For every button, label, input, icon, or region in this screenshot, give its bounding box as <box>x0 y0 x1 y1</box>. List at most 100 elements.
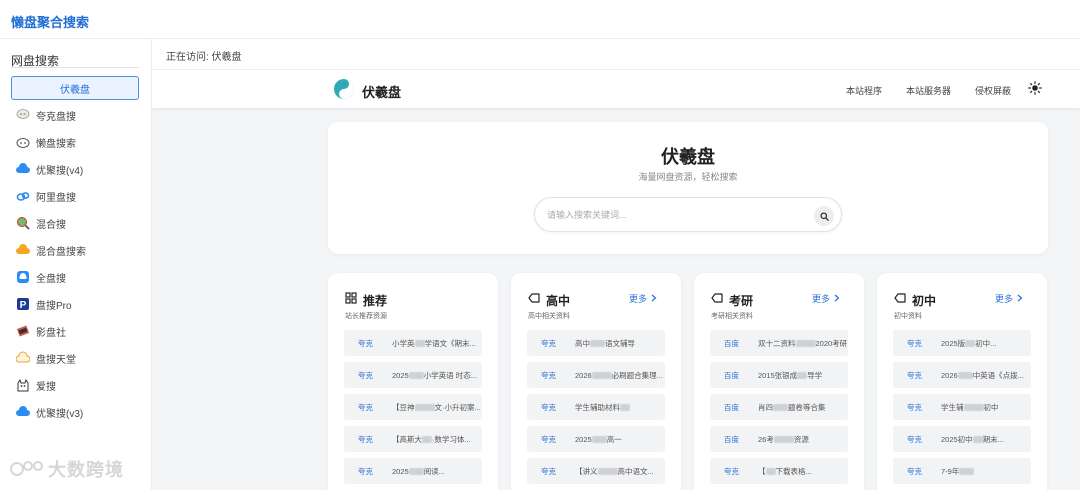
search-box <box>534 197 842 232</box>
redacted-text <box>597 467 618 475</box>
sidebar-item[interactable]: 伏羲盘 <box>11 76 139 100</box>
resource-title: 学生辅助材料 <box>575 402 630 413</box>
sidebar-item[interactable]: 懒盘搜索 <box>11 130 139 154</box>
blue-cloud-icon <box>16 162 30 176</box>
search-icon <box>819 211 829 221</box>
sidebar-item[interactable]: 爱搜 <box>11 373 139 397</box>
redacted-text <box>965 339 976 347</box>
sidebar-item-label: 盘搜Pro <box>36 300 72 312</box>
resource-row[interactable]: 夸克 2025初中 期末... <box>893 426 1031 452</box>
source-tag: 夸克 <box>907 466 922 476</box>
resource-title: 学生辅 初中 <box>941 402 999 413</box>
redacted-text <box>620 403 630 411</box>
card-header: 推荐 <box>345 291 387 309</box>
source-tag: 夸克 <box>358 434 373 444</box>
chevron-right-icon <box>651 294 657 304</box>
sidebar-item[interactable]: 优聚搜(v3) <box>11 400 139 424</box>
resource-row[interactable]: 夸克 【下载表格... <box>710 458 848 484</box>
redacted-text <box>963 403 984 411</box>
svg-text:P: P <box>20 300 27 311</box>
more-link[interactable]: 更多 <box>995 292 1023 305</box>
sidebar-divider <box>11 67 139 68</box>
resource-row[interactable]: 百度 26考 资源 <box>710 426 848 452</box>
redacted-text <box>972 435 983 443</box>
resource-row[interactable]: 夸克 【高斯大 ·数学习体... <box>344 426 482 452</box>
nav-link-program[interactable]: 本站程序 <box>846 84 882 97</box>
resource-row[interactable]: 夸克 7-9年 <box>893 458 1031 484</box>
source-tag: 百度 <box>724 402 739 412</box>
magnifier-globe-icon <box>16 216 30 230</box>
tag-icon <box>528 291 540 309</box>
app-title[interactable]: 懒盘聚合搜索 <box>11 12 89 31</box>
resource-title-end: 学语文《期末... <box>424 338 476 348</box>
resource-row[interactable]: 夸克 高中 语文辅导 <box>527 330 665 356</box>
resource-title-end: 期末... <box>982 434 1004 444</box>
resource-row[interactable]: 夸克 2025 阅读... <box>344 458 482 484</box>
card-header: 初中 <box>894 291 936 309</box>
nav-link-server[interactable]: 本站服务器 <box>906 84 951 97</box>
sidebar-item-label: 影盘社 <box>36 327 66 339</box>
chevron-right-icon <box>834 294 840 304</box>
resource-title: 【高斯大 ·数学习体... <box>392 434 471 445</box>
search-button[interactable] <box>814 206 834 226</box>
watermark-text: 大数跨境 <box>48 460 124 480</box>
more-link-label: 更多 <box>811 294 830 304</box>
sidebar-item[interactable]: 优聚搜(v4) <box>11 157 139 181</box>
sidebar-item[interactable]: 混合搜 <box>11 211 139 235</box>
orange-cloud-icon <box>16 243 30 257</box>
hero-title: 伏羲盘 <box>661 147 715 167</box>
redacted-text <box>773 403 788 411</box>
card-header: 考研 <box>711 291 753 309</box>
taiji-logo-icon[interactable] <box>333 78 355 100</box>
resource-row[interactable]: 夸克 2026 必刷题合集理... <box>527 362 665 388</box>
search-input[interactable] <box>547 207 797 223</box>
sidebar-item[interactable]: 混合盘搜索 <box>11 238 139 262</box>
resource-row[interactable]: 夸克 2025 高一 <box>527 426 665 452</box>
sidebar-item[interactable]: 夸克盘搜 <box>11 103 139 127</box>
sidebar-item[interactable]: 盘搜天堂 <box>11 346 139 370</box>
resource-row[interactable]: 夸克 【豆神 文·小升初案... <box>344 394 482 420</box>
resource-row[interactable]: 夸克 【讲义 高中语文... <box>527 458 665 484</box>
source-tag: 夸克 <box>541 338 556 348</box>
source-tag: 夸克 <box>541 466 556 476</box>
sidebar-item-label: 盘搜天堂 <box>36 354 76 366</box>
source-tag: 夸克 <box>358 370 373 380</box>
resource-title-end: 阅读... <box>423 466 445 476</box>
more-link[interactable]: 更多 <box>812 292 840 305</box>
resource-row[interactable]: 百度 肖四 题卷等合集 <box>710 394 848 420</box>
sidebar-item[interactable]: 阿里盘搜 <box>11 184 139 208</box>
resource-row[interactable]: 夸克 学生辅 初中 <box>893 394 1031 420</box>
sidebar-item[interactable]: P 盘搜Pro <box>11 292 139 316</box>
resource-title-end: 小学英语 时态... <box>423 370 478 380</box>
resource-row[interactable]: 夸克 2025 小学英语 时态... <box>344 362 482 388</box>
sidebar-item[interactable]: 影盘社 <box>11 319 139 343</box>
nav-link-takedown[interactable]: 侵权屏蔽 <box>975 84 1011 97</box>
resource-card: 考研 更多 考研相关资料 百度 双十二资料 2020考研 百度 2015张银成 导学 百度 肖四 题卷… <box>694 273 864 490</box>
resource-row[interactable]: 百度 2015张银成 导学 <box>710 362 848 388</box>
resource-row[interactable]: 百度 双十二资料 2020考研 <box>710 330 848 356</box>
more-link[interactable]: 更多 <box>629 292 657 305</box>
site-name[interactable]: 伏羲盘 <box>362 82 401 101</box>
resource-title: 2025初中 期末... <box>941 434 1004 445</box>
chevron-right-icon <box>1017 294 1023 304</box>
resource-row[interactable]: 夸克 小学英 学语文《期末... <box>344 330 482 356</box>
sun-icon[interactable] <box>1028 81 1042 95</box>
resource-title-start: 双十二资料 <box>758 338 796 348</box>
sidebar-item-label: 爱搜 <box>36 381 56 393</box>
sidebar-item[interactable]: 全盘搜 <box>11 265 139 289</box>
sidebar-item-label: 混合盘搜索 <box>36 246 86 258</box>
card-title: 考研 <box>729 293 754 308</box>
source-tag: 夸克 <box>724 466 739 476</box>
source-tag: 夸克 <box>358 402 373 412</box>
resource-row[interactable]: 夸克 2025版 初中... <box>893 330 1031 356</box>
embedded-site: 伏羲盘 本站程序 本站服务器 侵权屏蔽 伏羲盘 海量网盘资源，轻松搜索 请输入搜… <box>152 70 1080 490</box>
sidebar-item-label: 懒盘搜索 <box>36 138 76 150</box>
resource-title: 小学英 学语文《期末... <box>392 338 476 349</box>
resource-title-start: 【高斯大 <box>392 434 422 444</box>
resource-title: 双十二资料 2020考研 <box>758 338 847 349</box>
resource-row[interactable]: 夸克 学生辅助材料 <box>527 394 665 420</box>
card-subtitle: 高中相关资料 <box>528 313 570 320</box>
source-tag: 夸克 <box>907 434 922 444</box>
sidebar-item-label: 伏羲盘 <box>60 84 90 96</box>
resource-row[interactable]: 夸克 2026 中英语《点拨... <box>893 362 1031 388</box>
